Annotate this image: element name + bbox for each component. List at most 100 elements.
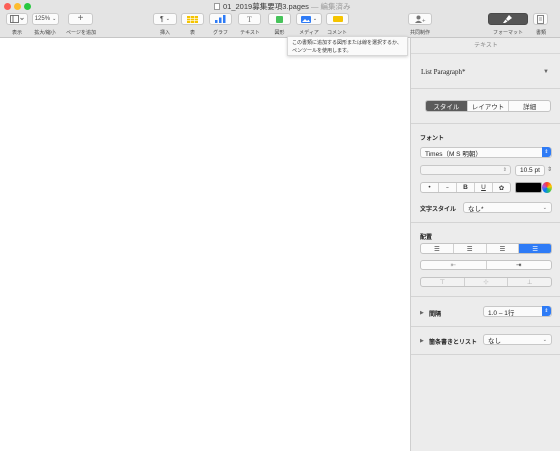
document-button[interactable] [533,13,548,25]
tab-style[interactable]: スタイル [426,101,468,111]
font-typeface-popup[interactable]: ⇕ [420,165,511,175]
divider [411,296,560,297]
valign-top-icon[interactable]: ⊤ [421,278,465,286]
inspector-header: テキスト [411,38,560,54]
valign-bottom-icon[interactable]: ⊥ [508,278,551,286]
shape-square-icon [276,15,283,23]
alignment-label: 配置 [420,235,433,241]
popup-arrows-icon: ⇕ [542,147,551,157]
document-canvas[interactable] [0,39,410,451]
bullets-disclosure-icon[interactable]: ▶ [420,338,424,344]
text-label: テキスト [240,30,260,36]
insert-label: 挿入 [159,30,170,36]
minimize-window-button[interactable] [14,3,21,10]
window-title: 01_2019募集要項3.pages — 編集済み [214,1,351,12]
chevron-updown-icon: ⇕ [502,167,507,173]
tab-more[interactable]: 詳細 [509,101,550,111]
font-section-label: フォント [420,136,445,142]
char-style-popup[interactable]: なし* ⌄ [463,202,552,213]
font-size-value: 10.5 pt [520,167,540,174]
divider [411,354,560,355]
color-wheel-icon[interactable] [542,182,552,193]
media-button[interactable]: ⌄ [296,13,322,25]
zoom-dropdown[interactable]: 125% ⌄ [32,13,59,25]
spacing-label: 間隔 [429,312,442,318]
plus-icon: + [77,13,84,24]
spacing-disclosure-icon[interactable]: ▶ [420,310,424,316]
collaborate-icon: + [414,15,426,24]
pilcrow-icon: ¶ [160,15,164,23]
chevron-down-icon: ⌄ [312,16,318,22]
view-label: 表示 [11,30,22,36]
svg-text:+: + [422,19,426,24]
valign-middle-icon[interactable]: ⊹ [465,278,509,286]
document-label: 書類 [535,30,546,36]
comment-icon [332,16,343,22]
add-page-button[interactable]: + [68,13,93,25]
font-style-buttons: • ˶ B U ✿ [420,182,511,193]
collaborate-button[interactable]: + [408,13,432,25]
format-inspector: テキスト List Paragraph* ▼ スタイル レイアウト 詳細 フォン… [410,38,560,451]
chart-icon [215,15,226,23]
zoom-value: 125% [34,16,51,22]
chevron-down-icon: ⌄ [542,336,547,343]
chevron-down-icon: ⌄ [542,204,547,211]
bullets-popup[interactable]: なし ⌄ [483,334,552,345]
chart-label: グラフ [212,30,228,36]
font-family-popup[interactable]: Times（M S 明朝） ⇕ [420,147,552,158]
char-style-value: なし* [468,205,484,213]
text-t-icon: T [247,14,252,24]
disclosure-triangle-icon[interactable]: ▼ [543,69,549,75]
popup-arrows-icon: ⇕ [542,306,551,316]
font-family-value: Times（M S 明朝） [425,150,482,158]
text-options-button[interactable]: ✿ [493,183,510,192]
shape-button[interactable] [268,13,291,25]
chart-button[interactable] [209,13,232,25]
underline-button[interactable]: U [475,183,493,192]
zoom-label: 拡大/縮小 [34,30,56,36]
divider [411,123,560,124]
vertical-alignment-buttons: ⊤ ⊹ ⊥ [420,277,552,287]
comment-button[interactable] [326,13,349,25]
photo-icon [300,15,311,23]
increase-indent-icon[interactable]: ⇥ [487,261,552,269]
paragraph-style-name[interactable]: List Paragraph* [421,68,466,76]
align-center-icon[interactable]: ☰ [454,244,487,253]
collaborate-label: 共同制作 [409,30,430,36]
table-button[interactable] [181,13,204,25]
format-label: フォーマット [492,30,523,36]
text-box-button[interactable]: T [238,13,261,25]
divider [411,326,560,327]
indent-buttons: ⇤ ⇥ [420,260,552,270]
align-left-icon[interactable]: ☰ [421,244,454,253]
close-window-button[interactable] [4,3,11,10]
spacing-popup[interactable]: 1.0 – 1行 ⇕ [483,306,552,317]
view-button[interactable] [6,13,28,25]
format-button[interactable] [488,13,528,25]
bold-bullet-button[interactable]: • [421,183,439,192]
italic-button[interactable]: ˶ [439,183,457,192]
font-size-field[interactable]: 10.5 pt [515,165,545,176]
sidebar-view-icon [10,15,24,23]
document-icon [214,3,220,10]
shape-label: 図形 [274,30,285,36]
bold-button[interactable]: B [457,183,475,192]
alignment-buttons: ☰ ☰ ☰ ☰ [420,243,552,254]
font-size-stepper[interactable]: ⇕ [547,166,552,173]
paintbrush-icon [503,15,512,23]
insert-button[interactable]: ¶ ⌄ [153,13,177,25]
spacing-value: 1.0 – 1行 [488,309,515,317]
decrease-indent-icon[interactable]: ⇤ [421,261,487,269]
tab-layout[interactable]: レイアウト [468,101,510,111]
align-right-icon[interactable]: ☰ [487,244,520,253]
comment-label: コメント [326,30,347,36]
table-label: 表 [189,30,195,36]
text-color-swatch[interactable] [515,182,542,193]
bullets-label: 箇条書きとリスト [429,340,478,346]
chevron-down-icon: ⌄ [165,16,170,22]
fullscreen-window-button[interactable] [24,3,31,10]
table-icon [187,15,198,23]
bullets-value: なし [488,337,501,345]
divider [411,88,560,89]
align-justify-icon[interactable]: ☰ [519,244,551,253]
